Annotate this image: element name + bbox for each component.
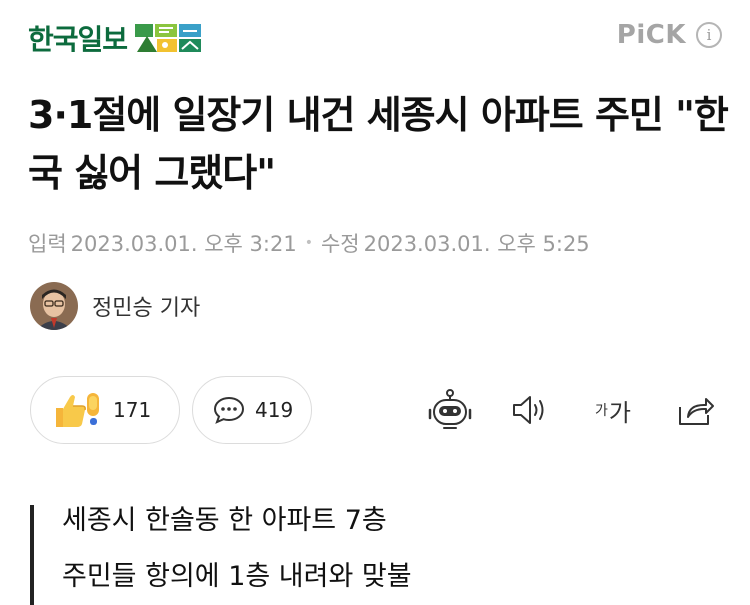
font-size-large-label: 가: [608, 398, 631, 427]
article-subheading: 세종시 한솔동 한 아파트 7층 주민들 항의에 1층 내려와 맞불: [30, 505, 412, 605]
reporter-info[interactable]: 정민승 기자: [30, 282, 200, 330]
robot-icon: [428, 389, 472, 429]
reporter-name[interactable]: 정민승 기자: [92, 290, 200, 322]
brand-name: 한국일보: [28, 23, 128, 56]
info-icon[interactable]: i: [696, 22, 722, 48]
pick-label: PiCK: [616, 20, 686, 50]
pick-badge[interactable]: PiCK i: [617, 20, 722, 50]
reporter-avatar[interactable]: [30, 282, 78, 330]
subheading-line: 세종시 한솔동 한 아파트 7층: [62, 505, 387, 536]
published-label: 입력: [28, 232, 67, 256]
comment-button[interactable]: 419: [192, 376, 312, 444]
summary-bot-button[interactable]: [428, 388, 472, 432]
subheading-line: 주민들 항의에 1층 내려와 맞불: [62, 561, 412, 592]
published-time: 2023.03.01. 오후 3:21: [70, 232, 297, 256]
comment-count: 419: [255, 398, 294, 422]
modified-label: 수정: [320, 232, 360, 256]
top-bar: 한국일보 PiCK i: [0, 0, 750, 72]
thumbs-up-exclaim-icon: [56, 393, 99, 427]
share-button[interactable]: [676, 388, 716, 432]
landscape-mosaic-icon: [135, 24, 202, 52]
font-size-button[interactable]: 가가: [588, 388, 638, 432]
reporter-photo: [30, 282, 78, 330]
reaction-button[interactable]: 171: [30, 376, 180, 444]
text-to-speech-button[interactable]: [510, 388, 550, 432]
article-headline: 3·1절에 일장기 내건 세종시 아파트 주민 "한국 싫어 그랬다": [28, 93, 729, 195]
speech-bubble-icon: [213, 396, 245, 424]
share-icon: [679, 398, 714, 425]
article-meta: 입력 2023.03.01. 오후 3:21 • 수정 2023.03.01. …: [28, 228, 590, 258]
meta-separator: •: [304, 235, 313, 251]
reaction-count: 171: [113, 398, 152, 422]
article-actions: 171 419 가가: [30, 376, 720, 446]
modified-time: 2023.03.01. 오후 5:25: [363, 232, 590, 256]
speaker-icon: [513, 396, 544, 424]
press-logo[interactable]: 한국일보: [28, 18, 203, 58]
font-size-small-label: 가: [595, 403, 608, 419]
